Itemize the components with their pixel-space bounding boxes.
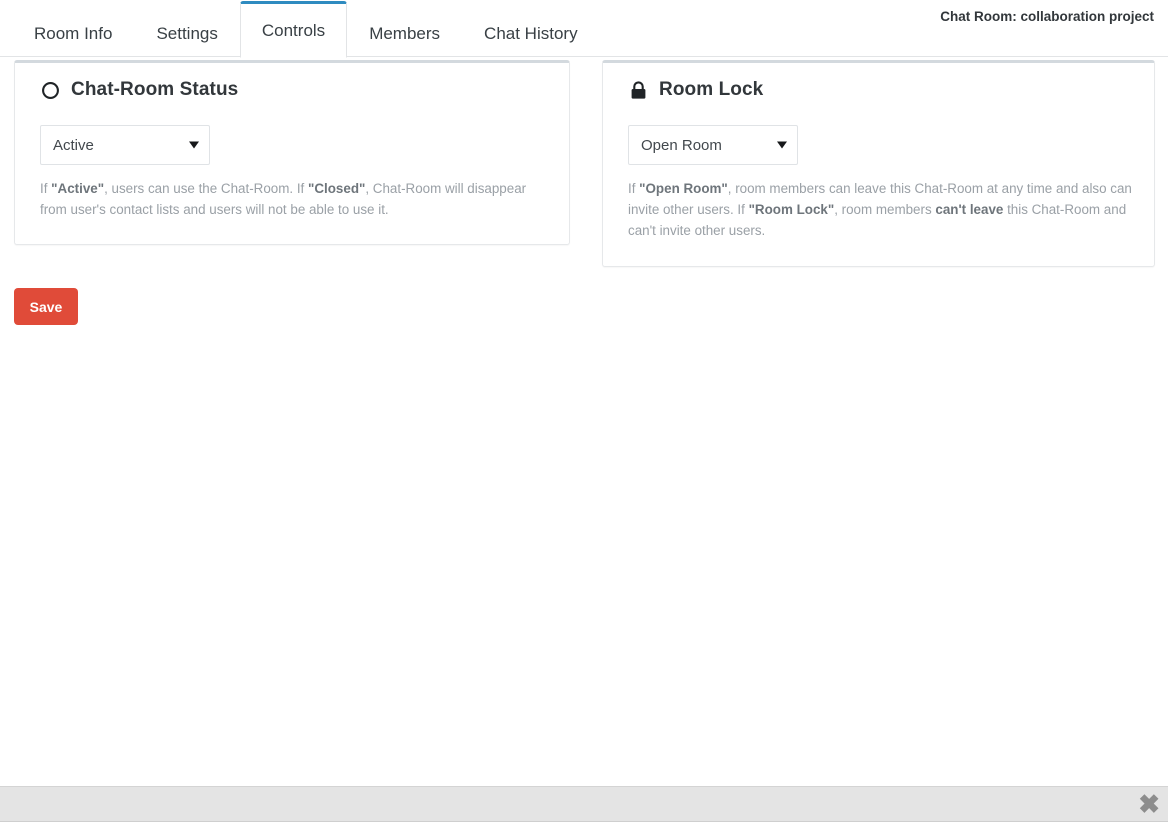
tab-controls[interactable]: Controls	[239, 1, 348, 58]
lock-help-part3: , room members	[834, 202, 936, 217]
room-lock-title-text: Room Lock	[659, 79, 764, 100]
room-lock-title: Room Lock	[627, 79, 1140, 101]
room-lock-help-text: If "Open Room", room members can leave t…	[628, 178, 1140, 241]
circle-o-icon	[39, 79, 61, 101]
close-icon[interactable]: ✖	[1138, 791, 1160, 817]
tab-settings[interactable]: Settings	[134, 8, 239, 58]
chat-room-status-card-body: Chat-Room Status ActiveClosed If "Active…	[15, 63, 569, 220]
room-title: Chat Room: collaboration project	[940, 9, 1154, 24]
tab-members[interactable]: Members	[347, 8, 462, 58]
chat-room-status-help-text: If "Active", users can use the Chat-Room…	[40, 178, 555, 220]
lock-help-bold3: can't leave	[935, 202, 1004, 217]
save-button[interactable]: Save	[14, 288, 78, 325]
room-lock-select[interactable]: Open RoomRoom Lock	[628, 125, 798, 165]
chat-room-status-title-text: Chat-Room Status	[71, 79, 239, 100]
lock-help-part1: If	[628, 181, 640, 196]
status-help-part2: , users can use the Chat-Room. If	[104, 181, 308, 196]
footer-bar: ✖	[0, 786, 1168, 822]
room-lock-select-wrap: Open RoomRoom Lock	[628, 125, 798, 165]
tab-chat-history[interactable]: Chat History	[462, 8, 600, 58]
tab-bar: Room Info Settings Controls Members Chat…	[0, 0, 1168, 58]
lock-help-bold2: "Room Lock"	[748, 202, 835, 217]
lock-help-bold1: "Open Room"	[639, 181, 728, 196]
status-help-bold2: "Closed"	[308, 181, 366, 196]
room-lock-card-body: Room Lock Open RoomRoom Lock If "Open Ro…	[603, 63, 1154, 241]
chat-room-status-title: Chat-Room Status	[39, 79, 555, 101]
status-help-part1: If	[40, 181, 52, 196]
room-lock-card: Room Lock Open RoomRoom Lock If "Open Ro…	[602, 60, 1155, 267]
lock-icon	[627, 79, 649, 101]
tab-room-info[interactable]: Room Info	[12, 8, 134, 58]
chat-room-status-select-wrap: ActiveClosed	[40, 125, 210, 165]
status-help-bold1: "Active"	[51, 181, 105, 196]
chat-room-status-select[interactable]: ActiveClosed	[40, 125, 210, 165]
chat-room-status-card: Chat-Room Status ActiveClosed If "Active…	[14, 60, 570, 245]
